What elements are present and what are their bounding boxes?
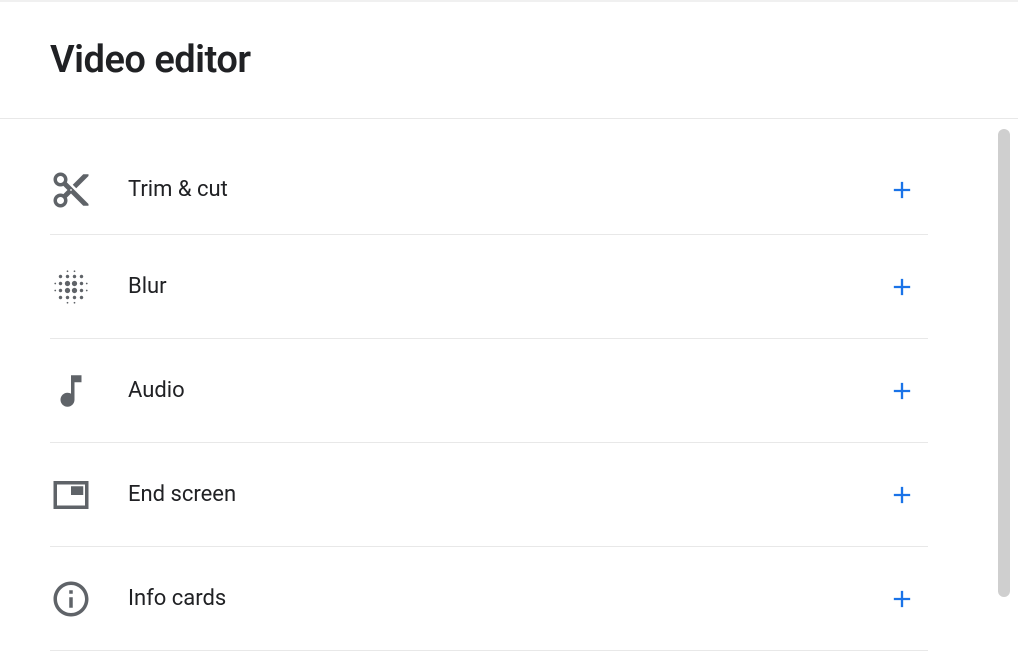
page-title: Video editor: [50, 38, 1018, 82]
add-end-screen-button[interactable]: [882, 475, 922, 515]
editor-row-label: Info cards: [128, 586, 882, 611]
editor-row-blur[interactable]: Blur: [50, 235, 928, 339]
add-blur-button[interactable]: [882, 267, 922, 307]
scissors-icon: [50, 169, 92, 211]
editor-row-label: End screen: [128, 482, 882, 507]
editor-row-label: Audio: [128, 378, 882, 403]
add-trim-cut-button[interactable]: [882, 170, 922, 210]
scrollbar-thumb[interactable]: [998, 129, 1010, 597]
editor-row-label: Blur: [128, 274, 882, 299]
plus-icon: [888, 377, 916, 405]
plus-icon: [888, 273, 916, 301]
info-icon: [50, 578, 92, 620]
editor-list: Trim & cut Blur: [50, 145, 928, 651]
editor-row-info-cards[interactable]: Info cards: [50, 547, 928, 651]
add-audio-button[interactable]: [882, 371, 922, 411]
blur-icon: [50, 266, 92, 308]
editor-row-trim-cut[interactable]: Trim & cut: [50, 145, 928, 235]
plus-icon: [888, 585, 916, 613]
plus-icon: [888, 176, 916, 204]
end-screen-icon: [50, 474, 92, 516]
music-note-icon: [50, 370, 92, 412]
content-area: Trim & cut Blur: [0, 119, 1018, 654]
editor-row-end-screen[interactable]: End screen: [50, 443, 928, 547]
editor-row-audio[interactable]: Audio: [50, 339, 928, 443]
plus-icon: [888, 481, 916, 509]
header: Video editor: [0, 2, 1018, 118]
add-info-cards-button[interactable]: [882, 579, 922, 619]
editor-row-label: Trim & cut: [128, 177, 882, 202]
